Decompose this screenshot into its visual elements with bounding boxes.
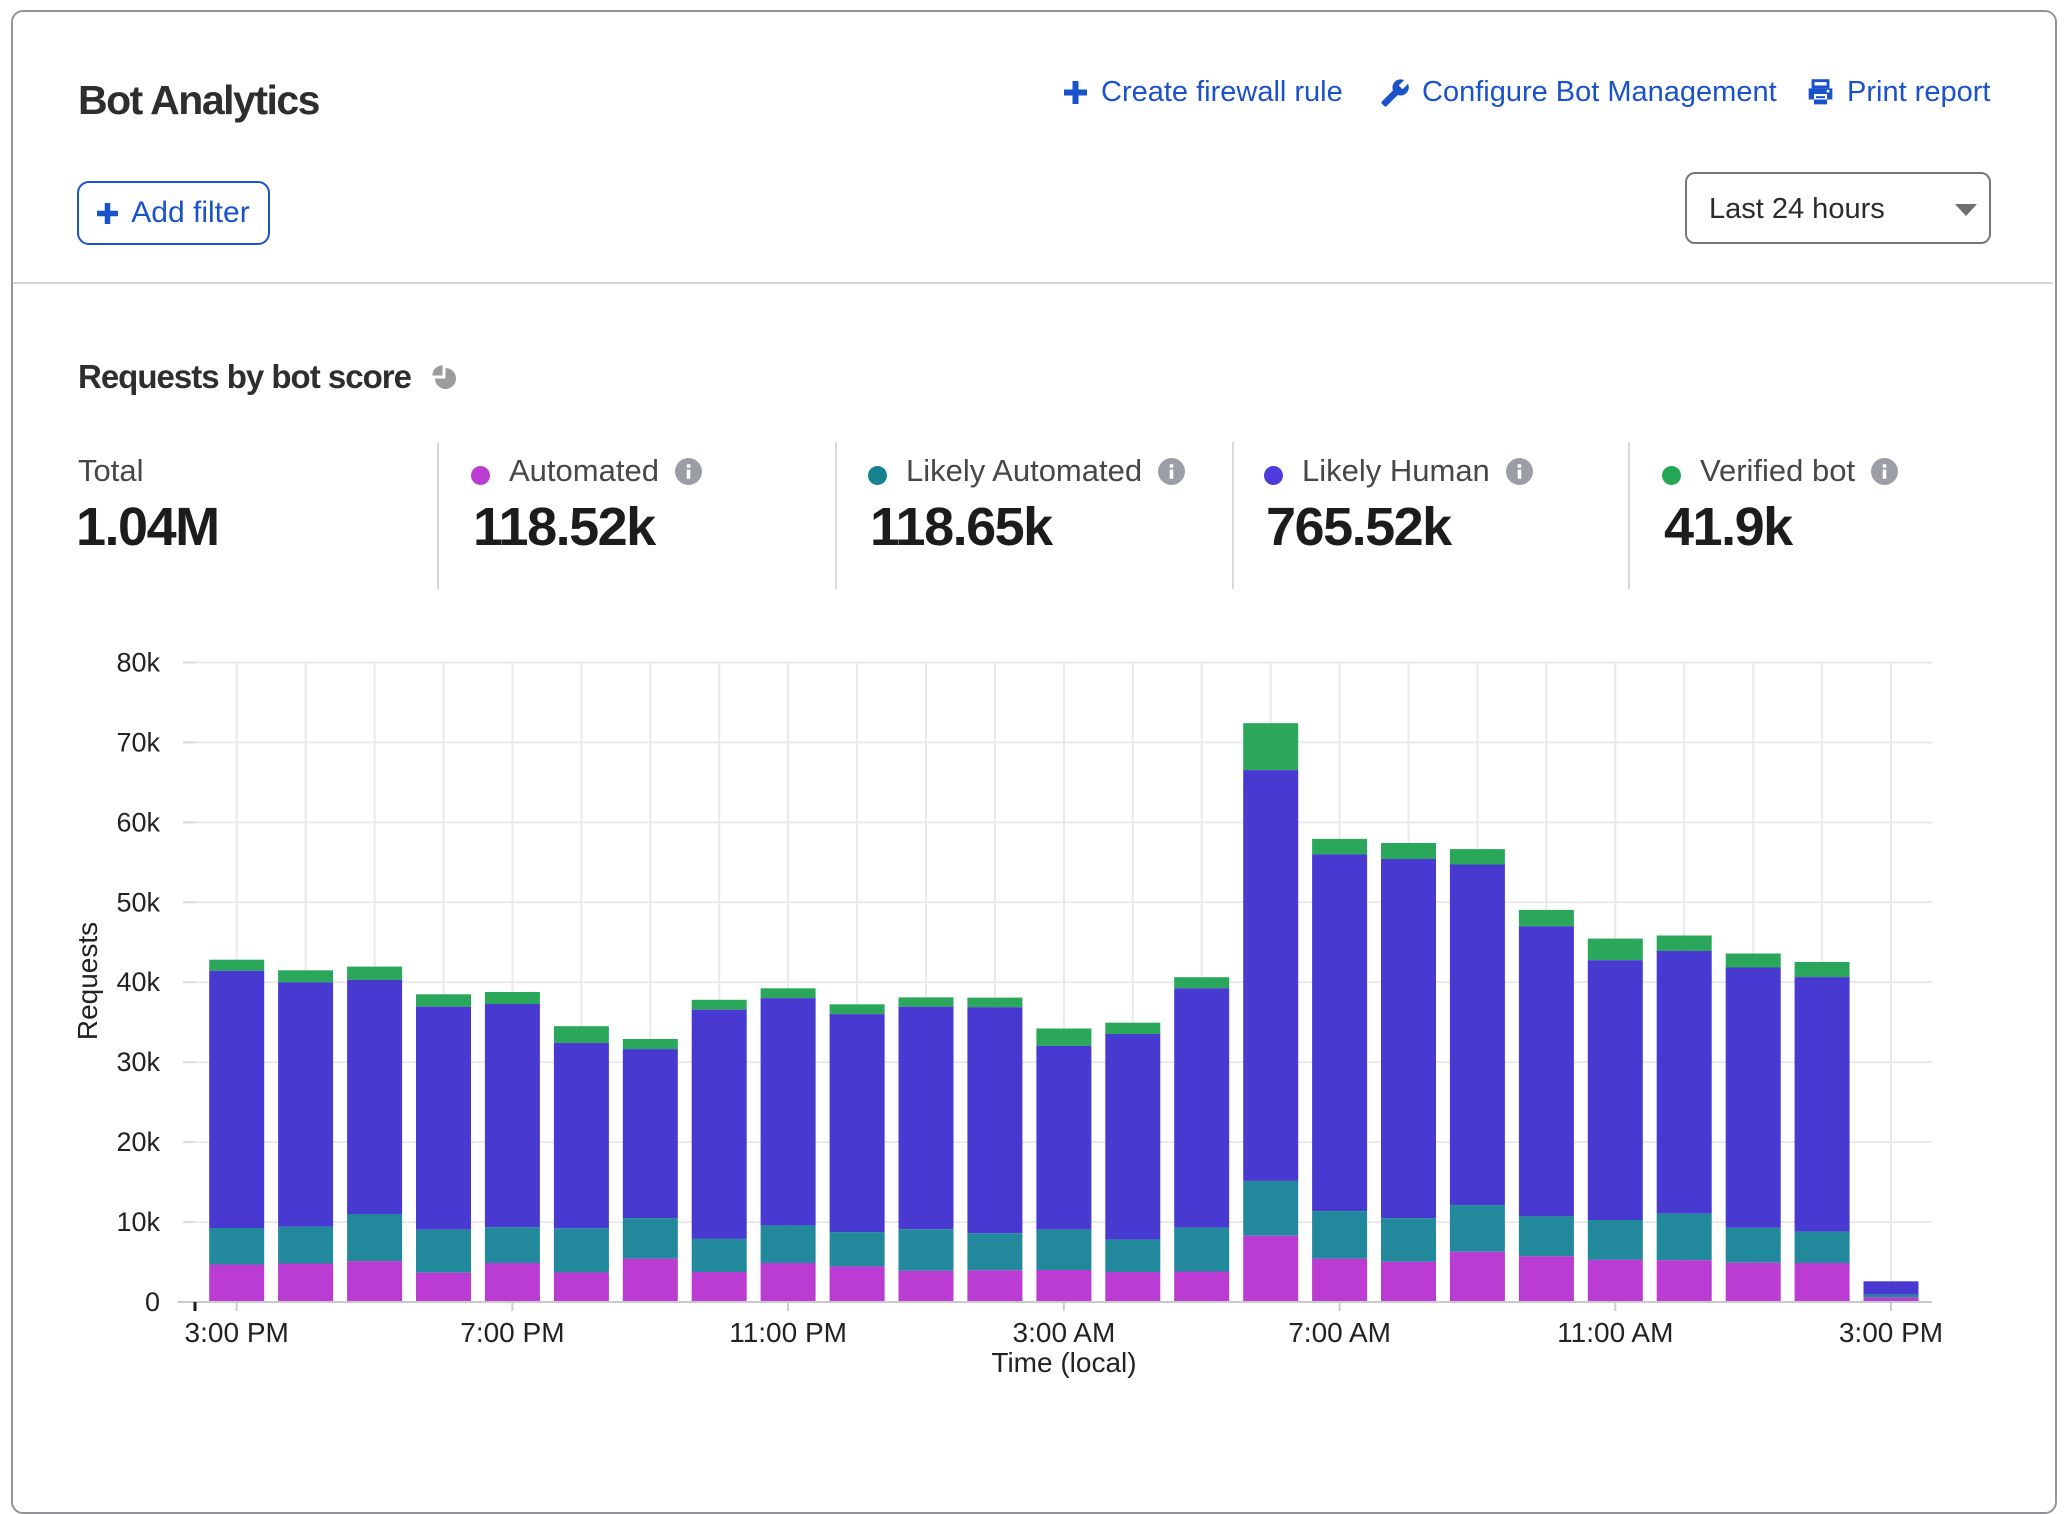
svg-text:10k: 10k [116,1207,160,1237]
svg-text:0: 0 [145,1287,160,1317]
svg-text:11:00 PM: 11:00 PM [729,1317,847,1348]
svg-text:Requests: Requests [72,922,103,1040]
svg-text:50k: 50k [116,887,160,917]
svg-text:3:00 PM: 3:00 PM [1839,1317,1943,1348]
svg-text:7:00 AM: 7:00 AM [1288,1317,1391,1348]
svg-text:3:00 PM: 3:00 PM [185,1317,289,1348]
svg-text:60k: 60k [116,807,160,837]
svg-text:11:00 AM: 11:00 AM [1557,1317,1673,1348]
svg-text:30k: 30k [116,1047,160,1077]
svg-text:80k: 80k [116,648,160,678]
svg-text:3:00 AM: 3:00 AM [1013,1317,1116,1348]
svg-text:40k: 40k [116,967,160,997]
svg-text:7:00 PM: 7:00 PM [460,1317,564,1348]
svg-text:70k: 70k [116,727,160,757]
svg-text:20k: 20k [116,1127,160,1157]
svg-text:Time (local): Time (local) [991,1347,1136,1378]
